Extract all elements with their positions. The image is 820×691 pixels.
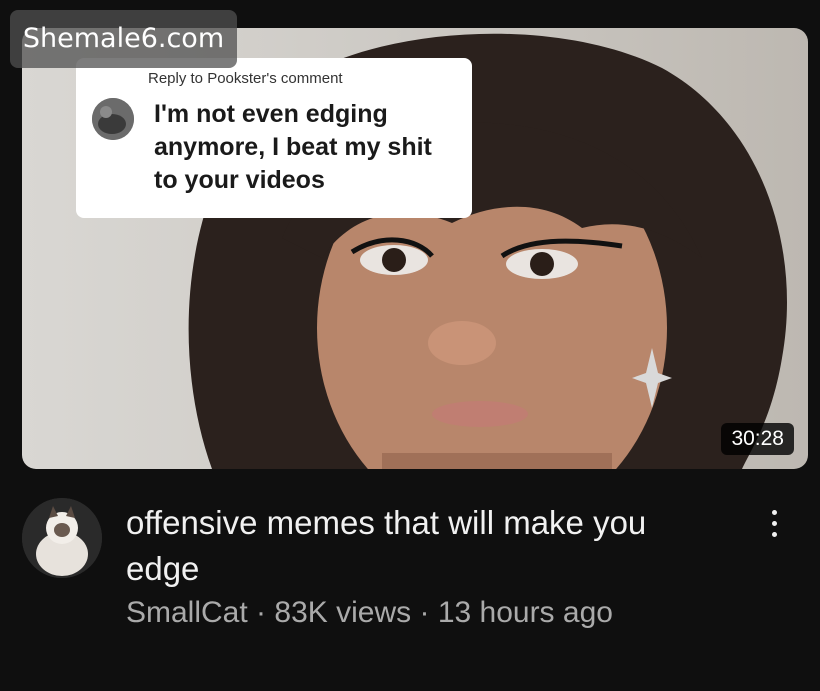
channel-name[interactable]: SmallCat bbox=[126, 596, 248, 629]
cat-avatar-image bbox=[22, 498, 102, 578]
comment-text: I'm not even edging anymore, I beat my s… bbox=[154, 100, 432, 194]
watermark: Shemale6.com bbox=[10, 10, 237, 68]
video-title[interactable]: offensive memes that will make you edge bbox=[126, 500, 726, 592]
commenter-avatar bbox=[92, 98, 134, 140]
video-thumbnail[interactable]: Reply to Pookster's comment I'm not even… bbox=[22, 28, 808, 469]
comment-bubble: Reply to Pookster's comment I'm not even… bbox=[76, 58, 472, 218]
more-vert-icon[interactable] bbox=[760, 506, 788, 546]
video-duration: 30:28 bbox=[721, 423, 794, 455]
video-meta: SmallCat · 83K views · 13 hours ago bbox=[126, 596, 613, 630]
meta-separator: · bbox=[256, 596, 267, 629]
comment-header: Reply to Pookster's comment bbox=[148, 70, 343, 87]
channel-avatar[interactable] bbox=[22, 498, 102, 578]
view-count: 83K views bbox=[274, 596, 412, 629]
meta-separator: · bbox=[419, 596, 430, 629]
upload-age: 13 hours ago bbox=[437, 596, 613, 629]
